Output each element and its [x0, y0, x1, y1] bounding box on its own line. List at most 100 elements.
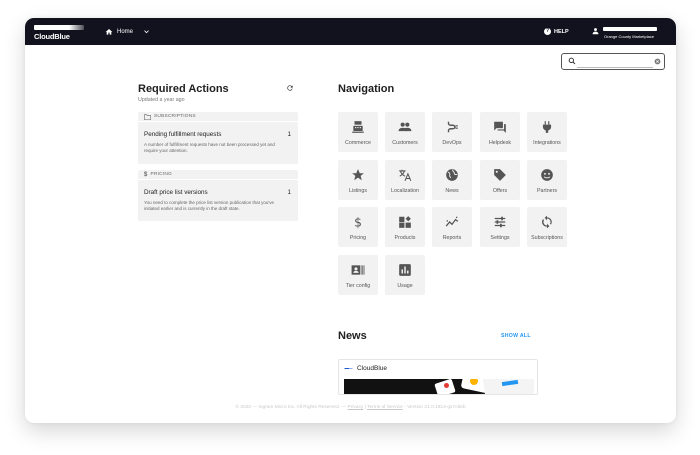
tile-label: Customers [392, 140, 418, 146]
tile-label: Localization [391, 188, 419, 194]
nav-tile-customers[interactable]: Customers [385, 112, 425, 152]
folder-icon [144, 113, 151, 120]
news-source: CloudBlue [357, 365, 387, 372]
footer: © 2020 — Ingram Micro Inc. All Rights Re… [25, 405, 676, 410]
tile-label: Pricing [349, 235, 367, 241]
card-count: 1 [287, 189, 291, 196]
card-title: Draft price list versions [144, 189, 208, 196]
nav-tile-usage[interactable]: Usage [385, 255, 425, 295]
nav-tile-partners[interactable]: Partners [527, 160, 567, 200]
search-input[interactable] [577, 56, 653, 68]
nav-tile-integrations[interactable]: Integrations [527, 112, 567, 152]
action-card-subscriptions[interactable]: SUBSCRIPTIONS Pending fulfillment reques… [138, 112, 298, 164]
user-name-bar [603, 26, 657, 31]
nav-tile-listings[interactable]: Listings [338, 160, 378, 200]
navigation-title: Navigation [338, 83, 395, 95]
tile-label: Helpdesk [488, 140, 512, 146]
app-window: CloudBlue Home ? HELP Orange County Mark… [25, 18, 676, 423]
card-count: 1 [287, 131, 291, 138]
privacy-link[interactable]: Privacy [348, 405, 364, 410]
brand-name: CloudBlue [34, 32, 70, 41]
sliders-icon [494, 216, 506, 228]
tile-label: Products [394, 235, 416, 241]
sync-icon [542, 215, 552, 229]
refresh-icon[interactable] [286, 84, 294, 92]
required-actions-updated: Updated a year ago [138, 97, 185, 103]
tile-label: Tier config [345, 283, 371, 289]
tile-label: News [445, 188, 459, 194]
clear-icon[interactable] [654, 58, 661, 65]
tile-label: Reports [442, 235, 462, 241]
tile-label: DevOps [442, 140, 462, 146]
register-icon [352, 121, 364, 133]
org-name: Orange County Marketplace [604, 33, 655, 39]
globe-icon [446, 169, 458, 181]
star-icon [352, 169, 364, 181]
tile-label: Subscriptions [531, 235, 563, 241]
translate-icon [399, 169, 412, 182]
card-category-label: SUBSCRIPTIONS [154, 114, 196, 119]
nav-tile-reports[interactable]: Reports [432, 207, 472, 247]
people-icon [398, 122, 412, 132]
devops-icon [447, 121, 458, 133]
nav-tile-settings[interactable]: Settings [480, 207, 520, 247]
footer-version: - Version 21.0.1913-gs7c8eb [402, 405, 466, 410]
top-bar: CloudBlue Home ? HELP Orange County Mark… [25, 18, 676, 45]
home-menu[interactable]: Home [105, 18, 150, 45]
id-card-icon [351, 265, 365, 275]
search-box [561, 53, 665, 70]
nav-tile-pricing[interactable]: $ Pricing [338, 207, 378, 247]
nav-tile-localization[interactable]: Localization [385, 160, 425, 200]
news-title: News [338, 330, 367, 342]
nav-tile-devops[interactable]: DevOps [432, 112, 472, 152]
card-description: A number of fulfillment requests have no… [144, 142, 275, 153]
action-card-pricing[interactable]: $ PRICING Draft price list versions 1 Yo… [138, 170, 298, 221]
help-button[interactable]: ? HELP [544, 18, 569, 45]
tile-label: Offers [492, 188, 508, 194]
svg-text:$: $ [354, 216, 362, 229]
sticker-dot [444, 383, 449, 388]
tile-label: Usage [397, 283, 413, 289]
nav-tile-offers[interactable]: Offers [480, 160, 520, 200]
cloudblue-logo-icon [344, 368, 353, 369]
user-icon [592, 27, 599, 34]
news-card[interactable]: CloudBlue [338, 359, 538, 395]
required-actions-title: Required Actions [138, 83, 229, 95]
tag-icon [494, 169, 506, 181]
products-icon [399, 216, 411, 228]
card-title: Pending fulfillment requests [144, 131, 222, 138]
nav-tile-commerce[interactable]: Commerce [338, 112, 378, 152]
tile-label: Integrations [533, 140, 561, 146]
handshake-icon [541, 169, 553, 181]
help-icon: ? [544, 28, 551, 35]
brand-logo[interactable]: CloudBlue [34, 23, 86, 41]
nav-tile-helpdesk[interactable]: Helpdesk [480, 112, 520, 152]
chat-icon [494, 121, 506, 133]
logo-bar [34, 25, 84, 30]
nav-tile-news[interactable]: News [432, 160, 472, 200]
search-icon [568, 57, 576, 65]
tile-label: Commerce [345, 140, 371, 146]
tile-label: Settings [490, 235, 510, 241]
tile-label: Listings [349, 188, 367, 194]
tile-label: Partners [536, 188, 558, 194]
terms-link[interactable]: Terms of Service [367, 405, 403, 410]
bar-chart-icon [399, 264, 411, 276]
nav-tile-products[interactable]: Products [385, 207, 425, 247]
home-icon [105, 28, 113, 35]
help-label: HELP [554, 28, 569, 35]
chart-icon [445, 216, 459, 227]
card-category-label: PRICING [150, 172, 172, 177]
plug-icon [542, 121, 552, 133]
dollar-icon: $ [354, 216, 362, 229]
card-description: You need to complete the price list vers… [144, 200, 275, 211]
news-image [344, 379, 534, 394]
chevron-down-icon [144, 30, 149, 34]
user-menu[interactable]: Orange County Marketplace [592, 18, 662, 45]
card-category: $ PRICING [138, 170, 298, 180]
dollar-icon: $ [144, 171, 148, 178]
nav-tile-tier-config[interactable]: Tier config [338, 255, 378, 295]
show-all-link[interactable]: SHOW ALL [501, 333, 531, 339]
nav-tile-subscriptions[interactable]: Subscriptions [527, 207, 567, 247]
home-label: Home [117, 28, 134, 35]
